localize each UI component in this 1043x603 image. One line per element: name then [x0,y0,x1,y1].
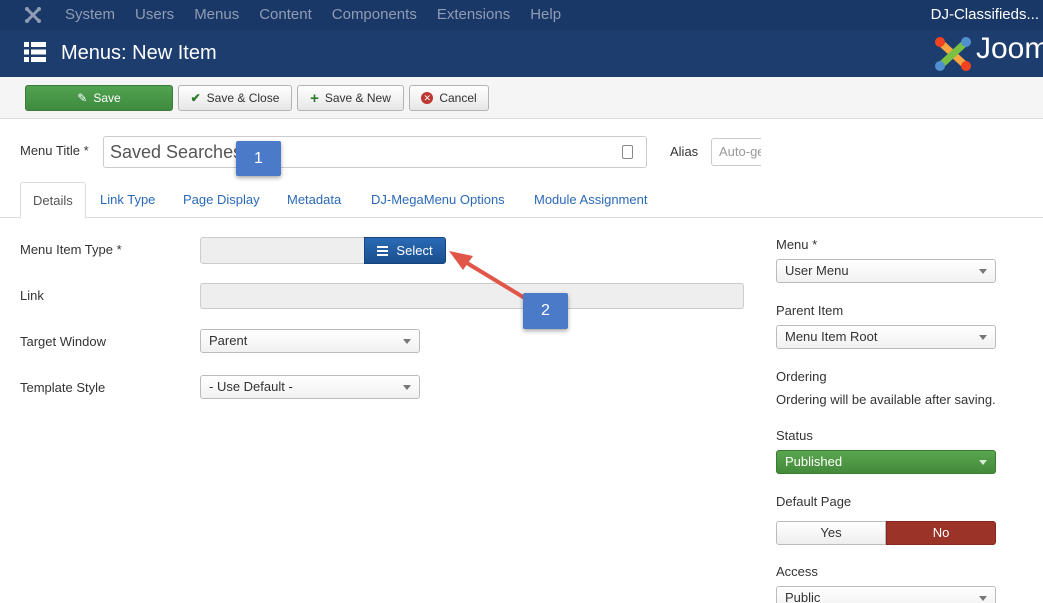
select-menu-item-type-button[interactable]: Select [364,237,446,264]
menu-system[interactable]: System [65,0,115,30]
caret-down-icon [403,385,411,390]
target-window-select[interactable]: Parent [200,329,420,353]
tab-page-display[interactable]: Page Display [183,182,260,218]
target-window-label: Target Window [20,334,106,349]
menu-title-value: Saved Searches [110,142,243,162]
template-style-value: - Use Default - [209,379,293,394]
select-label: Select [396,243,433,258]
template-style-label: Template Style [20,380,106,395]
caret-down-icon [979,596,987,601]
template-style-select[interactable]: - Use Default - [200,375,420,399]
list-menu-icon [24,42,46,62]
tab-details[interactable]: Details [20,182,86,219]
menu-extensions[interactable]: Extensions [437,0,510,30]
access-select[interactable]: Public [776,586,996,603]
cancel-button[interactable]: ✕ Cancel [409,85,489,111]
access-value: Public [785,590,821,603]
tab-module-assignment[interactable]: Module Assignment [534,182,647,218]
tab-metadata[interactable]: Metadata [287,182,341,218]
ordering-label: Ordering [776,369,827,384]
edit-icon: ✎ [77,91,88,105]
document-icon [622,145,633,159]
tab-link-type[interactable]: Link Type [100,182,155,218]
brand-text: Joom [976,32,1043,65]
caret-down-icon [979,460,987,465]
save-button[interactable]: ✎ Save [25,85,173,111]
joomla-logo-icon[interactable] [24,6,42,24]
ordering-note: Ordering will be available after saving. [776,392,996,407]
target-window-value: Parent [209,333,248,348]
caret-down-icon [403,339,411,344]
cancel-label: Cancel [439,91,477,105]
parent-item-label: Parent Item [776,303,844,318]
save-new-label: Save & New [324,91,391,105]
menu-help[interactable]: Help [530,0,561,30]
link-field[interactable] [200,283,744,309]
default-page-yes-button[interactable]: Yes [776,521,886,545]
alias-input[interactable]: Auto-generate from title [711,138,761,166]
menu-users[interactable]: Users [135,0,174,30]
status-value: Published [785,454,843,469]
default-page-label: Default Page [776,494,852,509]
menu-value: User Menu [785,263,849,278]
save-new-button[interactable]: + Save & New [297,85,404,111]
menu-menus[interactable]: Menus [194,0,239,30]
link-label: Link [20,288,44,303]
save-close-label: Save & Close [206,91,280,105]
menu-item-type-field[interactable] [200,237,365,264]
status-label: Status [776,428,813,443]
site-name-link[interactable]: DJ-Classifieds... [931,0,1043,30]
list-icon [377,245,389,256]
menu-title-label: Menu Title * [20,143,89,158]
parent-item-value: Menu Item Root [785,329,878,344]
save-close-button[interactable]: ✔ Save & Close [178,85,292,111]
joomla-brand-icon [935,37,971,71]
menu-title-input[interactable]: Saved Searches [103,136,647,168]
alias-label: Alias [670,144,699,159]
callout-badge-1: 1 [236,141,281,176]
save-label: Save [93,91,121,105]
page-header: Menus: New Item Joom [0,30,1043,77]
callout-badge-2: 2 [523,293,568,329]
menu-components[interactable]: Components [332,0,417,30]
tab-dj-megamenu-options[interactable]: DJ-MegaMenu Options [371,182,505,218]
status-select[interactable]: Published [776,450,996,474]
plus-icon: + [310,89,319,107]
caret-down-icon [979,335,987,340]
menu-item-type-label: Menu Item Type * [20,242,122,257]
toolbar: ✎ Save ✔ Save & Close + Save & New ✕ Can… [0,77,1043,119]
default-page-no-button[interactable]: No [886,521,996,545]
menu-content[interactable]: Content [259,0,312,30]
top-navbar: System Users Menus Content Components Ex… [0,0,1043,30]
parent-item-select[interactable]: Menu Item Root [776,325,996,349]
default-page-toggle: Yes No [776,521,996,545]
menu-select[interactable]: User Menu [776,259,996,283]
caret-down-icon [979,269,987,274]
alias-placeholder: Auto-generate from title [719,144,761,159]
tab-bar: Details Link Type Page Display Metadata … [0,182,1043,219]
check-icon: ✔ [190,91,201,105]
page-title: Menus: New Item [61,42,217,64]
access-label: Access [776,564,818,579]
menu-label: Menu * [776,237,818,252]
top-menu: System Users Menus Content Components Ex… [65,0,581,30]
cancel-icon: ✕ [421,92,434,104]
